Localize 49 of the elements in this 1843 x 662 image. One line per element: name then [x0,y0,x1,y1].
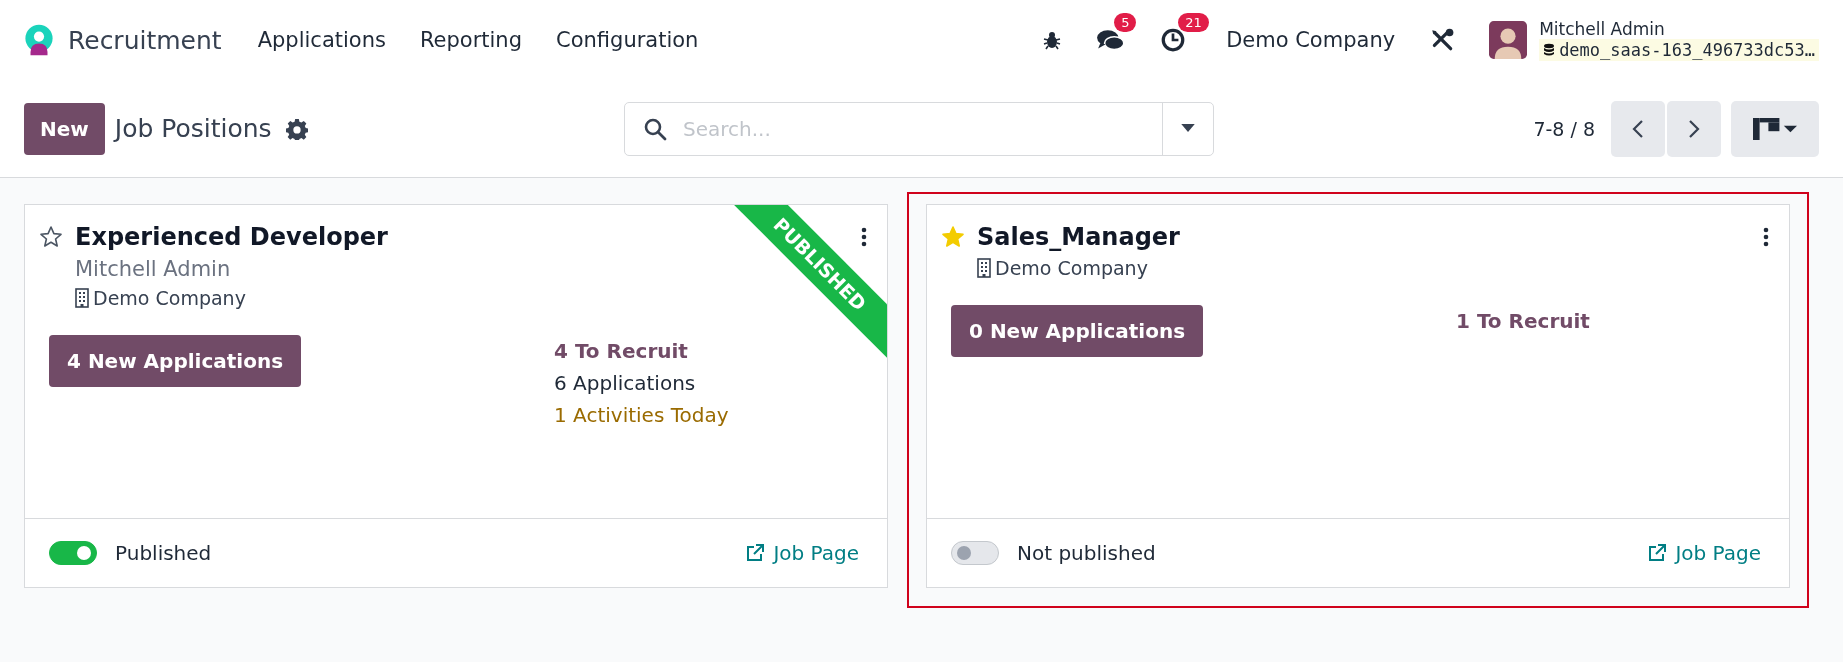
job-page-link[interactable]: Job Page [745,541,859,565]
kebab-menu-icon[interactable] [861,227,867,247]
publish-toggle[interactable] [951,541,999,565]
company-name: Demo Company [93,287,246,309]
new-button[interactable]: New [24,102,105,155]
search-icon [643,116,667,141]
caret-icon [1181,124,1195,133]
tools-icon[interactable] [1429,27,1456,53]
clock-icon[interactable] [1160,27,1187,53]
pager-value[interactable]: 7-8 / 8 [1533,117,1595,140]
user-name[interactable]: Mitchell Admin [1539,19,1819,39]
message-count-badge: 5 [1114,13,1137,32]
page-title: Job Positions [114,114,272,143]
search-field[interactable]: Search... [624,101,1214,156]
publish-toggle[interactable] [49,541,97,565]
stat-link[interactable]: 6 Applications [554,371,729,395]
menu-item[interactable]: Reporting [419,28,522,52]
stat-link[interactable]: 4 To Recruit [554,339,729,363]
external-link-icon [745,543,766,563]
chevron-left-icon [1632,118,1644,139]
view-switcher-button[interactable] [1731,100,1819,157]
activity-count-badge: 21 [1178,13,1209,32]
company-switcher[interactable]: Demo Company [1226,28,1396,52]
app-name[interactable]: Recruitment [68,25,222,55]
menu-item[interactable]: Applications [257,28,386,52]
menu-item[interactable]: Configuration [556,28,699,52]
job-page-link[interactable]: Job Page [1647,541,1761,565]
publish-status: Not published [1017,541,1156,565]
new-applications-button[interactable]: 0 New Applications [951,305,1204,357]
avatar[interactable] [1489,21,1528,59]
database-name: demo_saas-163_496733dc53… [1559,40,1815,60]
kanban-icon [1753,117,1797,140]
kebab-menu-icon[interactable] [1763,227,1769,247]
bug-icon[interactable] [1042,30,1063,50]
chevron-right-icon [1688,118,1700,139]
new-applications-button[interactable]: 4 New Applications [49,335,302,387]
stat-link[interactable]: 1 To Recruit [1456,309,1590,333]
settings-icon[interactable] [285,117,308,140]
external-link-icon [1647,543,1668,563]
app-logo-icon[interactable] [22,23,56,57]
database-icon [1543,43,1556,57]
stat-link[interactable]: 1 Activities Today [554,403,729,427]
star-outline-icon[interactable] [39,225,63,249]
job-title[interactable]: Sales_Manager [977,223,1751,251]
star-filled-icon[interactable] [941,225,965,249]
company-name: Demo Company [995,257,1148,279]
building-icon [977,258,991,278]
building-icon [75,288,89,308]
publish-status: Published [115,541,212,565]
